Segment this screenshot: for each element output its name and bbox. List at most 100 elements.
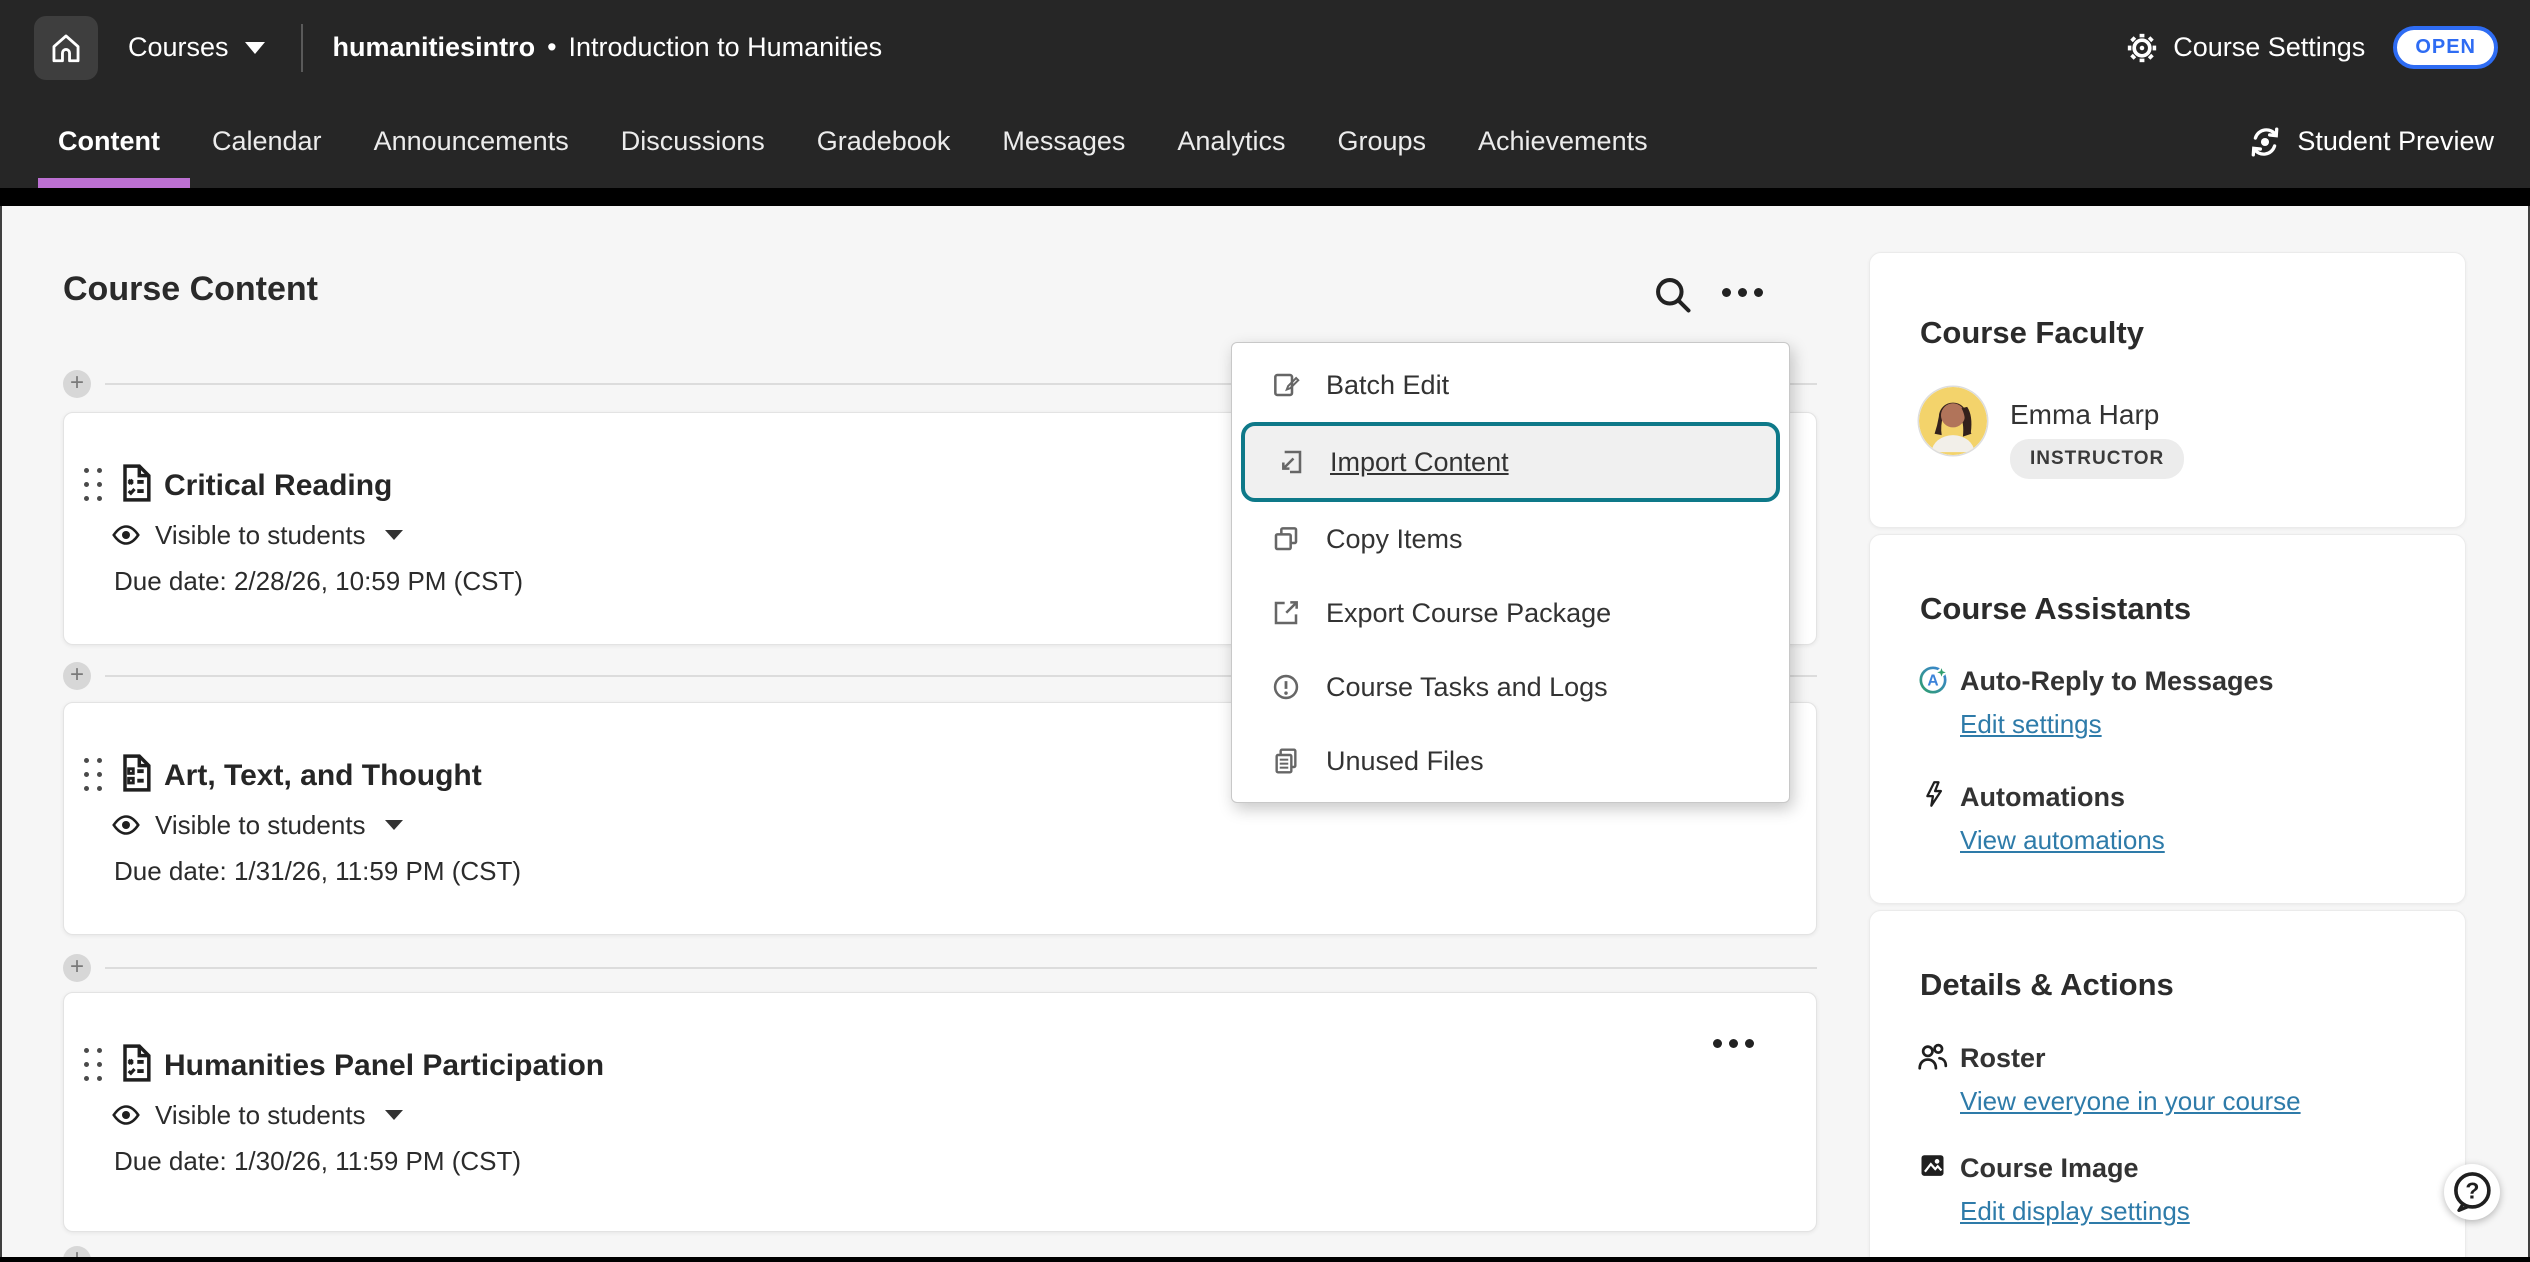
menu-item-label: Course Tasks and Logs — [1326, 672, 1608, 703]
drag-handle-icon[interactable] — [84, 468, 102, 501]
content-item-title[interactable]: Art, Text, and Thought — [164, 759, 482, 793]
course-settings-button[interactable]: Course Settings — [2125, 31, 2365, 65]
add-content-button[interactable]: + — [63, 662, 91, 690]
copy-icon — [1270, 523, 1302, 555]
gear-icon — [2125, 31, 2159, 65]
tab-content[interactable]: Content — [58, 126, 160, 157]
files-icon — [1270, 745, 1302, 777]
student-preview-label: Student Preview — [2297, 126, 2494, 157]
student-preview-icon — [2247, 124, 2283, 160]
active-tab-indicator — [38, 178, 190, 188]
drag-handle-icon[interactable] — [84, 1048, 102, 1081]
breadcrumb: humanitiesintro • Introduction to Humani… — [333, 32, 883, 63]
roster-title: Roster — [1960, 1043, 2046, 1074]
course-faculty-card: Course Faculty Emma Harp INSTRUCTOR — [1869, 252, 2466, 528]
assistants-heading: Course Assistants — [1920, 591, 2191, 627]
menu-item-tasks-logs[interactable]: Course Tasks and Logs — [1232, 650, 1789, 724]
edit-display-settings-link[interactable]: Edit display settings — [1960, 1196, 2190, 1227]
faculty-heading: Course Faculty — [1920, 315, 2144, 351]
svg-text:?: ? — [2465, 1177, 2479, 1203]
drag-handle-icon[interactable] — [84, 758, 102, 791]
tab-groups[interactable]: Groups — [1337, 126, 1426, 157]
alert-circle-icon — [1270, 671, 1302, 703]
menu-item-label: Import Content — [1330, 447, 1509, 478]
courses-menu[interactable]: Courses — [128, 32, 229, 63]
content-item-title[interactable]: Critical Reading — [164, 469, 392, 503]
course-status-badge[interactable]: OPEN — [2393, 26, 2498, 69]
breadcrumb-separator: • — [547, 32, 556, 63]
tab-calendar[interactable]: Calendar — [212, 126, 322, 157]
content-item-card: Humanities Panel Participation Visible t… — [63, 992, 1817, 1232]
visibility-label: Visible to students — [155, 520, 366, 551]
nav-shadow-strip — [0, 188, 2530, 206]
automations-title: Automations — [1960, 782, 2125, 813]
add-content-divider: + — [63, 954, 1817, 982]
item-more-button[interactable] — [1713, 1039, 1754, 1048]
tab-announcements[interactable]: Announcements — [374, 126, 569, 157]
roster-icon — [1914, 1039, 1950, 1075]
eye-icon — [110, 1099, 142, 1131]
due-date: Due date: 1/30/26, 11:59 PM (CST) — [114, 1146, 521, 1177]
window-bottom-border — [0, 1257, 2530, 1262]
help-icon: ? — [2449, 1169, 2495, 1215]
course-content-more-button[interactable] — [1722, 288, 1763, 297]
search-button[interactable] — [1650, 272, 1694, 321]
details-actions-card: Details & Actions Roster View everyone i… — [1869, 910, 2466, 1262]
course-nav: Content Calendar Announcements Discussio… — [0, 95, 2530, 188]
top-bar: Courses humanitiesintro • Introduction t… — [0, 0, 2530, 95]
instructor-name: Emma Harp — [2010, 399, 2159, 431]
edit-settings-link[interactable]: Edit settings — [1960, 709, 2102, 740]
assessment-icon — [114, 1037, 158, 1089]
add-content-button[interactable]: + — [63, 370, 91, 398]
menu-item-label: Unused Files — [1326, 746, 1484, 777]
home-button[interactable] — [34, 16, 98, 80]
lightning-icon — [1918, 778, 1950, 810]
course-title: Introduction to Humanities — [569, 32, 883, 63]
export-icon — [1270, 597, 1302, 629]
details-heading: Details & Actions — [1920, 967, 2174, 1003]
tab-messages[interactable]: Messages — [1002, 126, 1125, 157]
course-content-menu: Batch Edit Import Content Copy Items — [1231, 342, 1790, 803]
eye-icon — [110, 519, 142, 551]
app-window: Courses humanitiesintro • Introduction t… — [0, 0, 2530, 1262]
visibility-dropdown[interactable]: Visible to students — [110, 519, 403, 551]
page-title: Course Content — [63, 270, 318, 309]
tab-analytics[interactable]: Analytics — [1177, 126, 1285, 157]
ai-assistant-icon: A — [1916, 663, 1950, 697]
course-settings-label: Course Settings — [2173, 32, 2365, 63]
auto-reply-title: Auto-Reply to Messages — [1960, 666, 2274, 697]
menu-item-copy-items[interactable]: Copy Items — [1232, 502, 1789, 576]
home-icon — [49, 31, 83, 65]
tab-discussions[interactable]: Discussions — [621, 126, 765, 157]
tab-gradebook[interactable]: Gradebook — [817, 126, 951, 157]
add-content-button[interactable]: + — [63, 954, 91, 982]
visibility-dropdown[interactable]: Visible to students — [110, 809, 403, 841]
view-roster-link[interactable]: View everyone in your course — [1960, 1086, 2301, 1117]
visibility-label: Visible to students — [155, 1100, 366, 1131]
document-icon — [114, 747, 158, 799]
view-automations-link[interactable]: View automations — [1960, 825, 2165, 856]
menu-item-export-package[interactable]: Export Course Package — [1232, 576, 1789, 650]
content-item-title[interactable]: Humanities Panel Participation — [164, 1049, 604, 1083]
chevron-down-icon[interactable] — [245, 42, 265, 54]
role-badge: INSTRUCTOR — [2010, 439, 2184, 479]
search-icon — [1650, 272, 1694, 316]
student-preview-button[interactable]: Student Preview — [2247, 95, 2494, 188]
course-assistants-card: Course Assistants A Auto-Reply to Messag… — [1869, 534, 2466, 904]
menu-item-import-content[interactable]: Import Content — [1241, 422, 1780, 502]
course-id: humanitiesintro — [333, 32, 536, 63]
menu-item-batch-edit[interactable]: Batch Edit — [1232, 348, 1789, 422]
avatar[interactable] — [1919, 387, 1987, 455]
visibility-dropdown[interactable]: Visible to students — [110, 1099, 403, 1131]
menu-item-unused-files[interactable]: Unused Files — [1232, 724, 1789, 798]
help-button[interactable]: ? — [2444, 1164, 2500, 1220]
course-image-icon — [1916, 1149, 1949, 1182]
menu-item-label: Copy Items — [1326, 524, 1463, 555]
topbar-divider — [301, 24, 303, 72]
svg-text:A: A — [1927, 673, 1938, 690]
tab-achievements[interactable]: Achievements — [1478, 126, 1648, 157]
visibility-label: Visible to students — [155, 810, 366, 841]
chevron-down-icon — [385, 820, 403, 830]
eye-icon — [110, 809, 142, 841]
chevron-down-icon — [385, 530, 403, 540]
